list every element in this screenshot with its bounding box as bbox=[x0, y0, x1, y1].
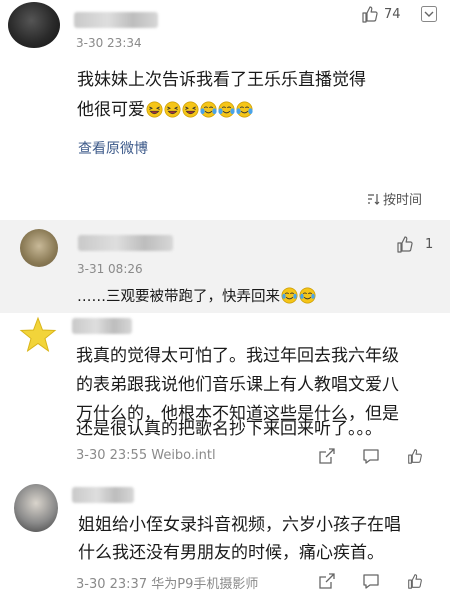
star-avatar[interactable] bbox=[18, 315, 58, 355]
comment-time: 3-30 23:37 华为P9手机摄影师 bbox=[76, 577, 259, 592]
comment-text-line: 我真的觉得太可怕了。我过年回去我六年级 bbox=[76, 346, 399, 366]
thumbs-up-icon bbox=[362, 6, 378, 23]
comment-text-line: 姐姐给小侄女录抖音视频，六岁小孩子在唱 bbox=[78, 515, 401, 535]
avatar[interactable] bbox=[20, 229, 58, 267]
view-original-weibo-link[interactable]: 查看原微博 bbox=[78, 138, 148, 158]
comment-text-line: 的表弟跟我说他们音乐课上有人教唱文爱八 bbox=[76, 375, 399, 395]
thumbs-up-icon bbox=[397, 236, 413, 253]
comment-text: 他很可爱 bbox=[77, 100, 145, 120]
chevron-down-icon[interactable] bbox=[421, 6, 437, 22]
comment-time: 3-30 23:34 bbox=[76, 36, 142, 50]
laughing-emoji-icon bbox=[164, 101, 181, 118]
share-icon[interactable] bbox=[318, 447, 336, 465]
thumbs-up-icon[interactable] bbox=[406, 572, 424, 590]
username-blurred[interactable] bbox=[72, 487, 134, 503]
avatar[interactable] bbox=[8, 2, 60, 48]
comment-icon[interactable] bbox=[362, 572, 380, 590]
username-blurred[interactable] bbox=[72, 318, 132, 334]
comment-text-line: 什么我还没有男朋友的时候，痛心疾首。 bbox=[78, 543, 384, 563]
crying-laughing-emoji-icon bbox=[236, 101, 253, 118]
crying-laughing-emoji-icon bbox=[200, 101, 217, 118]
crying-laughing-emoji-icon bbox=[281, 287, 298, 304]
comment-text-line-with-emoji: 他很可爱 bbox=[77, 97, 253, 123]
sort-label: 按时间 bbox=[383, 193, 423, 208]
comment-time: 3-30 23:55 Weibo.intl bbox=[76, 448, 216, 463]
like-button[interactable]: 1 bbox=[395, 234, 433, 254]
comment-text-line: 还是很认真的把歌名抄下来回来听了。。。 bbox=[76, 419, 382, 439]
share-icon[interactable] bbox=[318, 572, 336, 590]
like-count: 74 bbox=[384, 6, 401, 22]
thumbs-up-icon[interactable] bbox=[406, 447, 424, 465]
username-blurred[interactable] bbox=[78, 235, 173, 251]
crying-laughing-emoji-icon bbox=[299, 287, 316, 304]
comment-time: 3-31 08:26 bbox=[77, 262, 143, 276]
like-count: 1 bbox=[425, 236, 434, 252]
comment-text-line-with-emoji: ……三观要被带跑了，快弄回来 bbox=[77, 284, 316, 310]
crying-laughing-emoji-icon bbox=[218, 101, 235, 118]
username-blurred[interactable] bbox=[74, 12, 158, 28]
avatar[interactable] bbox=[14, 484, 58, 532]
sort-by-time-button[interactable]: 按时间 bbox=[366, 189, 422, 208]
like-button[interactable]: 74 bbox=[360, 4, 401, 24]
comment-text-line: 我妹妹上次告诉我看了王乐乐直播觉得 bbox=[77, 70, 366, 90]
comment-icon[interactable] bbox=[362, 447, 380, 465]
laughing-emoji-icon bbox=[146, 101, 163, 118]
comment-text: ……三观要被带跑了，快弄回来 bbox=[77, 289, 280, 305]
sort-icon bbox=[368, 193, 380, 205]
laughing-emoji-icon bbox=[182, 101, 199, 118]
